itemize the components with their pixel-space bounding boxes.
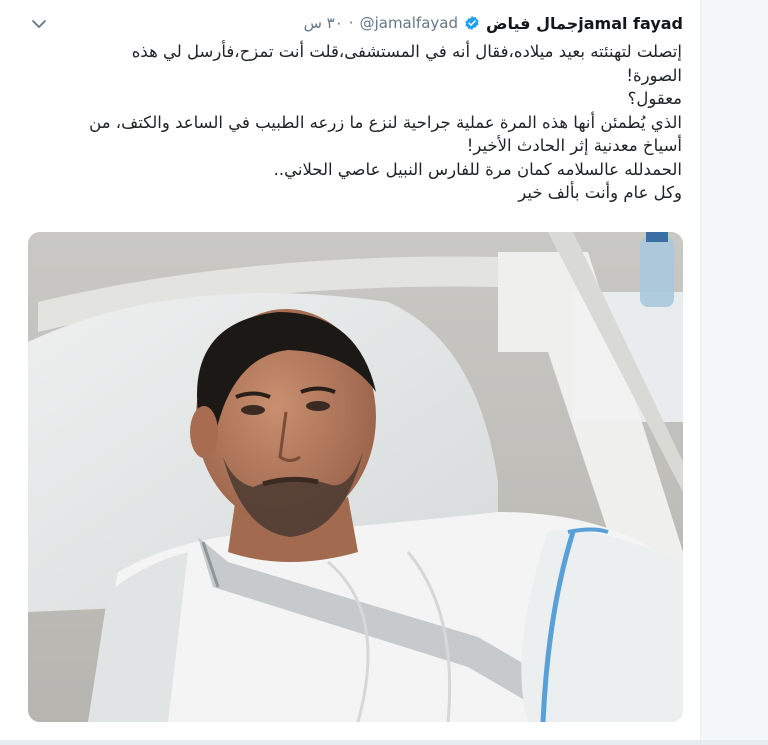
tweet-header: jamal fayadجمال فياض @jamalfayad · ٣٠ س — [28, 10, 683, 36]
tweet-timestamp[interactable]: ٣٠ س — [304, 14, 343, 32]
author-name[interactable]: jamal fayadجمال فياض — [486, 14, 683, 33]
tweet-text-line: إتصلت لتهنئته بعيد ميلاده،فقال أنه في ال… — [131, 42, 682, 61]
tweet-card[interactable]: jamal fayadجمال فياض @jamalfayad · ٣٠ س … — [0, 0, 700, 745]
right-gutter — [700, 0, 768, 745]
separator-dot: · — [348, 14, 354, 32]
tweet-text-line: وكل عام وأنت بألف خير — [518, 183, 682, 202]
tweet-text-line: أسياخ معدنية إثر الحادث الأخير! — [466, 136, 682, 155]
tweet-text-line: معقول؟ — [627, 89, 682, 108]
tweet-text-line: الذي يُطمئن أنها هذه المرة عملية جراحية … — [89, 112, 682, 132]
verified-badge-icon — [464, 15, 480, 31]
tweet-text: إتصلت لتهنئته بعيد ميلاده،فقال أنه في ال… — [30, 40, 682, 205]
hospital-photo-illustration — [28, 232, 683, 722]
bottom-divider — [0, 740, 768, 745]
tweet-text-line: الحمدلله عالسلامه كمان مرة للفارس النبيل… — [273, 159, 682, 179]
tweet-photo[interactable] — [28, 232, 683, 722]
chevron-down-icon[interactable] — [30, 16, 48, 30]
tweet-text-line: الصورة! — [626, 65, 682, 85]
author-handle[interactable]: @jamalfayad — [360, 14, 458, 32]
